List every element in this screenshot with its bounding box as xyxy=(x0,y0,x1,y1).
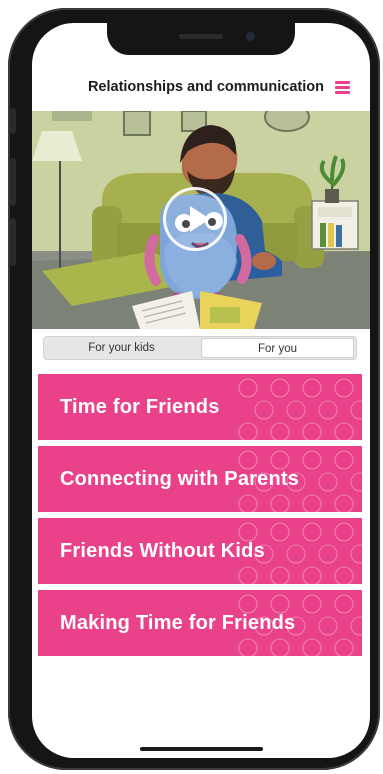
app-header: Relationships and communication xyxy=(32,75,370,107)
topic-card-label: Connecting with Parents xyxy=(60,468,300,490)
volume-down-button xyxy=(10,218,16,266)
topic-card-label: Making Time for Friends xyxy=(60,612,296,634)
tab-for-your-kids[interactable]: For your kids xyxy=(45,338,198,358)
audience-tabs: For your kids For you xyxy=(43,336,357,360)
topic-card-making-time-for-friends[interactable]: Making Time for Friends xyxy=(38,590,362,656)
mute-switch xyxy=(10,108,16,134)
topic-card-label: Friends Without Kids xyxy=(60,540,265,562)
hamburger-menu-icon[interactable] xyxy=(335,81,350,94)
volume-up-button xyxy=(10,158,16,206)
video-player[interactable] xyxy=(32,111,370,329)
page-title: Relationships and communication xyxy=(87,79,324,95)
speaker-grille xyxy=(179,34,223,39)
topic-card-friends-without-kids[interactable]: Friends Without Kids xyxy=(38,518,362,584)
play-icon[interactable] xyxy=(163,187,227,251)
heart-bubble-pattern-icon xyxy=(238,378,362,440)
front-camera xyxy=(246,32,255,41)
topic-card-label: Time for Friends xyxy=(60,396,220,418)
phone-notch xyxy=(107,23,295,55)
topic-card-connecting-with-parents[interactable]: Connecting with Parents xyxy=(38,446,362,512)
topic-card-time-for-friends[interactable]: Time for Friends xyxy=(38,374,362,440)
home-indicator[interactable] xyxy=(140,747,263,751)
tab-for-you[interactable]: For you xyxy=(201,338,354,358)
app-screen: Relationships and communication For your… xyxy=(32,23,370,758)
